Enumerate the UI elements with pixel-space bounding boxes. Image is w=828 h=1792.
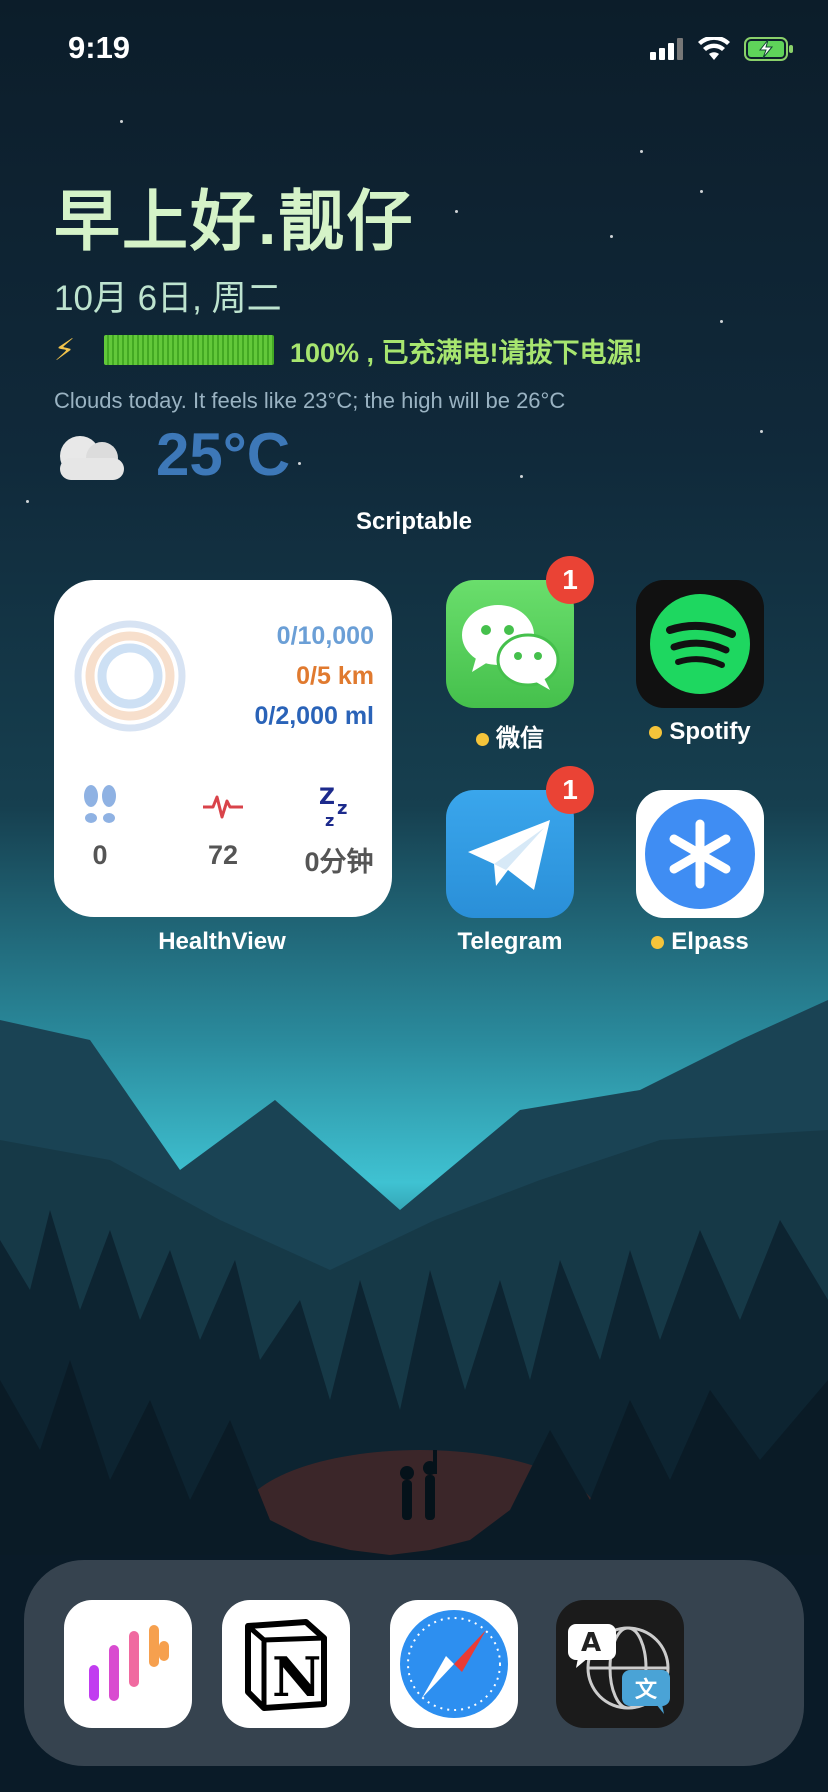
heartrate-value: 72	[207, 840, 239, 870]
app-spotify[interactable]	[636, 580, 764, 708]
widget-label-healthview: HealthView	[158, 928, 286, 955]
distance-goal: 0/5 km	[296, 662, 374, 690]
steps-value: 0	[92, 840, 108, 870]
cloud-icon	[60, 435, 124, 480]
steps-stat: 0	[55, 782, 145, 871]
dock: N A 文	[24, 1560, 804, 1766]
greeting-title: 早上好.靓仔	[54, 184, 415, 258]
widget-label-scriptable: Scriptable	[355, 508, 473, 535]
sleep-value: 0分钟	[304, 847, 374, 877]
battery-status-text: 100% , 已充满电!请拔下电源!	[290, 337, 643, 368]
dock-app-safari[interactable]	[390, 1600, 518, 1728]
svg-text:A: A	[581, 1628, 601, 1658]
sleep-stat: Z z z 0分钟	[294, 782, 384, 879]
safari-compass-icon	[400, 1610, 508, 1718]
elpass-asterisk-icon	[645, 799, 755, 909]
weather-row: 25°C	[54, 420, 290, 489]
wifi-icon	[698, 37, 730, 60]
healthview-widget[interactable]: 0/10,000 0/5 km 0/2,000 ml 0 72 Z z z 0分…	[54, 580, 392, 917]
date-text: 10月 6日, 周二	[54, 279, 282, 318]
new-install-dot	[649, 726, 663, 740]
status-time: 9:19	[68, 30, 131, 65]
svg-text:Z: Z	[319, 785, 335, 810]
app-label-elpass: Elpass	[610, 928, 790, 956]
new-install-dot	[476, 733, 489, 747]
notification-badge: 1	[546, 556, 594, 604]
translate-icon: A 文	[568, 1624, 670, 1714]
battery-level-bar	[104, 335, 274, 365]
cellular-signal-icon	[650, 38, 683, 60]
svg-text:N: N	[272, 1645, 321, 1709]
steps-goal: 0/10,000	[276, 622, 374, 650]
heartbeat-icon	[203, 795, 243, 819]
heartrate-stat: 72	[178, 782, 268, 871]
app-wechat[interactable]: 1	[446, 556, 594, 708]
battery-status-row: ⚡ 100% , 已充满电!请拔下电源!	[54, 330, 643, 370]
svg-text:文: 文	[635, 1677, 658, 1703]
app-label-wechat: 微信	[420, 718, 600, 753]
svg-text:z: z	[325, 811, 334, 828]
app-telegram[interactable]: 1	[446, 766, 594, 918]
sleep-icon: Z z z	[319, 785, 347, 828]
water-goal: 0/2,000 ml	[254, 702, 374, 730]
battery-charging-icon	[744, 37, 793, 61]
temperature: 25°C	[156, 421, 291, 488]
activity-ring-icon	[74, 620, 186, 732]
app-elpass[interactable]	[636, 790, 764, 918]
svg-text:z: z	[337, 798, 347, 819]
status-bar: 9:19	[0, 0, 828, 100]
notion-icon: N	[245, 1619, 327, 1711]
dock-app-1[interactable]	[64, 1600, 192, 1728]
new-install-dot	[651, 936, 665, 950]
app-label-telegram: Telegram	[457, 928, 563, 955]
app-label-spotify: Spotify	[610, 718, 790, 746]
spotify-icon	[650, 594, 750, 694]
weather-summary: Clouds today. It feels like 23°C; the hi…	[54, 388, 566, 413]
lightning-icon: ⚡	[54, 333, 76, 367]
notification-badge: 1	[546, 766, 594, 814]
dock-app-notion[interactable]: N	[222, 1600, 350, 1728]
audio-bars-icon	[89, 1625, 169, 1701]
dock-app-translate[interactable]: A 文	[556, 1600, 684, 1728]
footprints-icon	[84, 785, 116, 823]
